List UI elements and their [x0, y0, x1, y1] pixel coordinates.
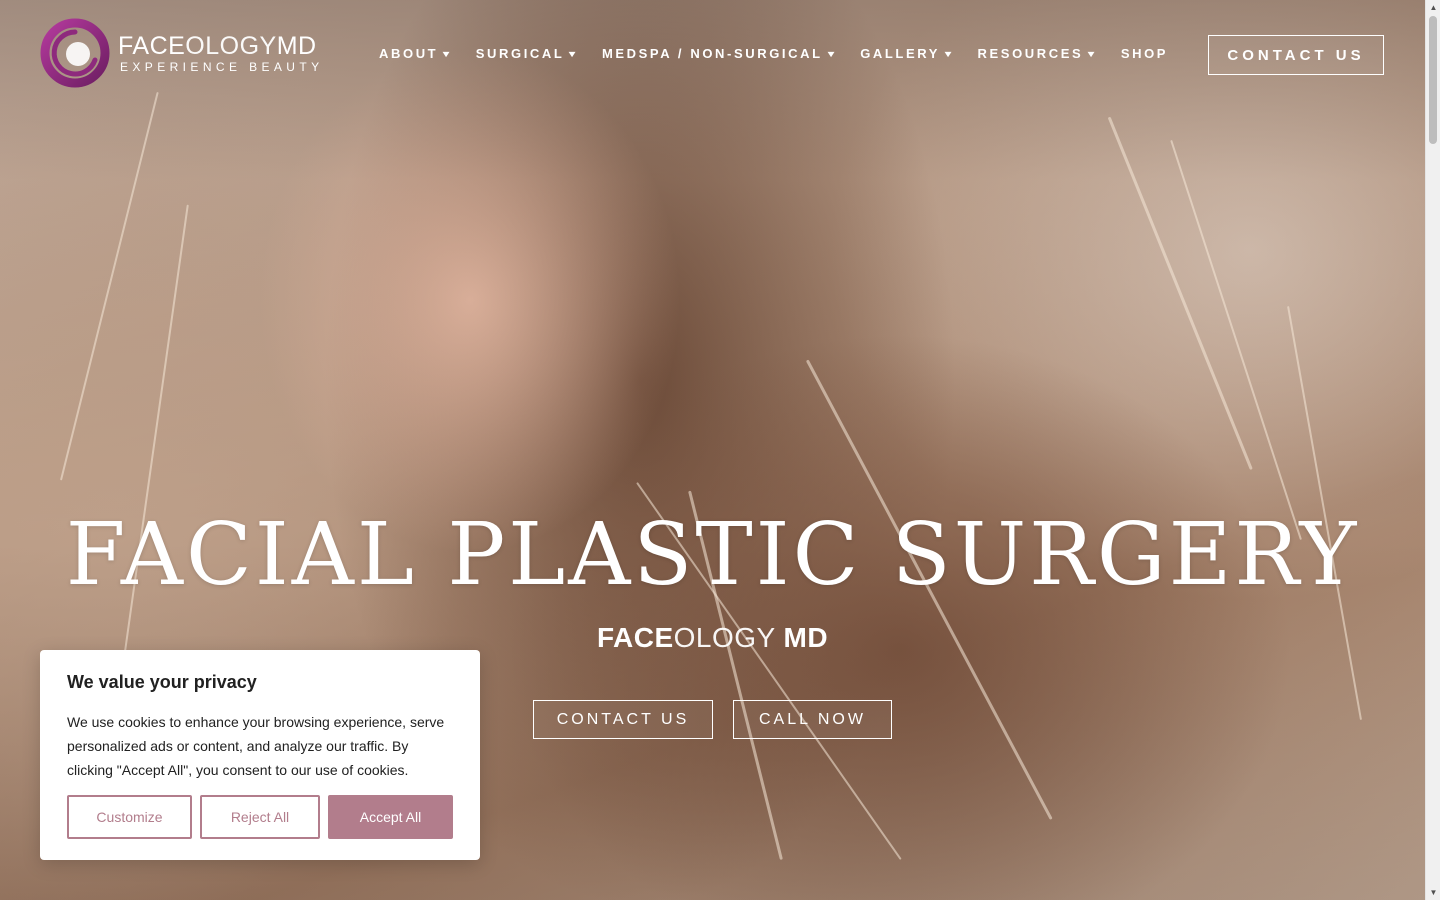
- chevron-down-icon: ▼: [1085, 48, 1101, 59]
- header-contact-button[interactable]: CONTACT US: [1208, 35, 1384, 75]
- chevron-down-icon: ▼: [440, 48, 456, 59]
- chevron-down-icon: ▼: [824, 48, 840, 59]
- nav-item-gallery[interactable]: GALLERY ▼: [860, 46, 955, 61]
- scroll-down-icon[interactable]: ▼: [1426, 885, 1440, 900]
- hero-contact-button[interactable]: CONTACT US: [533, 700, 713, 739]
- hero-call-button[interactable]: CALL NOW: [733, 700, 892, 739]
- brand-tagline: EXPERIENCE BEAUTY: [120, 60, 324, 74]
- cookie-actions: Customize Reject All Accept All: [67, 795, 453, 839]
- nav-item-shop[interactable]: SHOP: [1121, 46, 1168, 61]
- main-nav: ABOUT ▼ SURGICAL ▼ MEDSPA / NON-SURGICAL ▼ …: [379, 46, 1190, 61]
- nav-item-about[interactable]: ABOUT ▼: [379, 46, 454, 61]
- nav-item-surgical[interactable]: SURGICAL ▼: [476, 46, 580, 61]
- nav-item-resources[interactable]: RESOURCES ▼: [978, 46, 1099, 61]
- scroll-up-icon[interactable]: ▲: [1426, 0, 1440, 15]
- chevron-down-icon: ▼: [942, 48, 958, 59]
- cookie-title: We value your privacy: [67, 672, 257, 692]
- page-scrollbar[interactable]: ▲ ▼: [1425, 0, 1440, 900]
- site-logo[interactable]: FACEOLOGYMD EXPERIENCE BEAUTY: [40, 18, 320, 88]
- chevron-down-icon: ▼: [566, 48, 582, 59]
- brand-wordmark: FACEOLOGYMD: [118, 32, 317, 60]
- scrollbar-thumb[interactable]: [1429, 16, 1437, 144]
- cookie-body: We use cookies to enhance your browsing …: [67, 714, 445, 778]
- cookie-accept-button[interactable]: Accept All: [328, 795, 453, 839]
- nav-item-medspa[interactable]: MEDSPA / NON-SURGICAL ▼: [602, 46, 838, 61]
- cookie-customize-button[interactable]: Customize: [67, 795, 192, 839]
- swirl-ring-icon: [40, 18, 110, 88]
- cookie-consent-banner: We value your privacy We use cookies to …: [40, 650, 480, 860]
- hero-headline: FACIAL PLASTIC SURGERY: [65, 505, 1360, 605]
- cookie-reject-button[interactable]: Reject All: [200, 795, 320, 839]
